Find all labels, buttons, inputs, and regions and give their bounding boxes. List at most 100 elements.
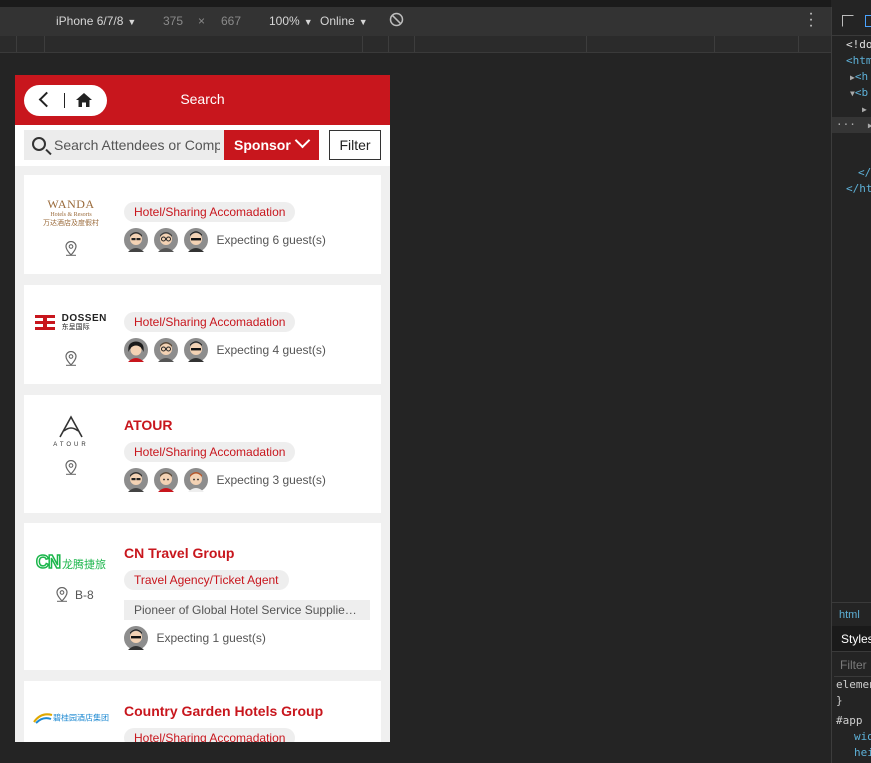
zoom-value: 100%: [269, 14, 300, 28]
sponsor-card[interactable]: ATOUR ATOUR Hotel/Sharing Accomadation E…: [24, 395, 381, 513]
page-title: Search: [180, 91, 225, 107]
company-logo: ATOUR: [24, 415, 118, 448]
dom-line[interactable]: ▶<h: [832, 69, 871, 85]
media-query-ruler: [0, 36, 831, 53]
guest-avatar: [154, 338, 178, 362]
company-logo: WANDA Hotels & Resorts 万达酒店及度假村: [24, 197, 118, 228]
country-garden-mark-icon: [33, 713, 53, 724]
rule-selector: elemen: [836, 678, 871, 691]
company-name[interactable]: Country Garden Hotels Group: [124, 703, 323, 719]
company-name[interactable]: ATOUR: [124, 417, 172, 433]
logo-cn-text: 东呈国际: [61, 324, 90, 331]
dom-tree: <!do <htm ▶<h ▼<b ▶ ···▶ </ </ht: [832, 37, 871, 197]
company-name[interactable]: CN Travel Group: [124, 545, 234, 561]
dom-line: [832, 149, 871, 165]
guest-avatar: [154, 228, 178, 252]
guest-avatar: [124, 228, 148, 252]
category-tag: Travel Agency/Ticket Agent: [124, 570, 289, 590]
category-dropdown[interactable]: Sponsor: [224, 130, 319, 160]
device-mode-icon[interactable]: [865, 15, 871, 27]
width-field[interactable]: 375: [163, 14, 183, 28]
elements-panel: <!do <htm ▶<h ▼<b ▶ ···▶ </ </ht html St…: [831, 7, 871, 763]
caret-down-icon: ▼: [303, 17, 313, 27]
guest-count: Expecting 1 guest(s): [156, 631, 266, 645]
rule-property: wid: [854, 730, 871, 743]
company-description: Pioneer of Global Hotel Service Supplier…: [124, 600, 370, 620]
network-value: Online: [320, 14, 355, 28]
dom-line[interactable]: <htm: [832, 53, 871, 69]
company-logo: CN 龙腾捷旅: [24, 551, 118, 573]
category-label: Sponsor: [234, 137, 291, 153]
guest-row: Expecting 6 guest(s): [124, 228, 326, 253]
styles-filter-input[interactable]: Filter: [834, 653, 871, 677]
guest-avatar: [124, 626, 148, 650]
sponsor-card[interactable]: CN 龙腾捷旅 B-8 CN Travel Group Travel Agency…: [24, 523, 381, 670]
dom-line-selected[interactable]: ···▶: [832, 117, 871, 133]
style-rules: elemen } #app wid hei: [836, 677, 871, 761]
tab-styles[interactable]: Styles: [832, 626, 871, 652]
category-tag: Hotel/Sharing Accomadation: [124, 442, 296, 462]
dom-line: <!do: [846, 38, 871, 51]
dom-line[interactable]: </: [832, 165, 871, 181]
company-logo: DOSSEN 东呈国际: [24, 314, 118, 332]
search-input[interactable]: [54, 135, 220, 155]
network-select[interactable]: Online ▼: [320, 14, 368, 28]
booth-number: B-8: [75, 588, 94, 602]
guest-count: Expecting 3 guest(s): [216, 473, 326, 487]
times-sign: ×: [198, 14, 206, 28]
location-icon: [65, 460, 77, 475]
device-name: iPhone 6/7/8: [56, 14, 124, 28]
location-icon: [65, 241, 77, 256]
logo-text: DOSSEN: [61, 313, 107, 324]
logo-text: CN: [35, 551, 62, 573]
guest-row: Expecting 3 guest(s): [124, 468, 326, 493]
guest-count: Expecting 6 guest(s): [216, 233, 326, 247]
category-tag: Hotel/Sharing Accomadation: [124, 202, 296, 222]
logo-text: ATOUR: [53, 442, 89, 448]
dom-line[interactable]: ▼<b: [832, 85, 871, 101]
sponsor-card[interactable]: 碧桂园酒店集团 Country Garden Hotels Group Hote…: [24, 681, 381, 742]
rule-property: hei: [854, 746, 871, 759]
atour-mark-icon: [59, 415, 83, 438]
search-icon: [32, 137, 46, 151]
more-options-icon[interactable]: · · ·: [808, 6, 814, 34]
logo-text: WANDA: [47, 197, 95, 211]
rule-selector: #app: [836, 714, 863, 727]
dom-tag: <h: [854, 70, 869, 83]
sponsor-card[interactable]: WANDA Hotels & Resorts 万达酒店及度假村 Hotel/Sh…: [24, 175, 381, 274]
rule-close: }: [836, 694, 843, 707]
dom-tag: <b: [854, 86, 869, 99]
caret-down-icon: ▼: [127, 17, 137, 27]
chevron-down-icon: [294, 132, 311, 149]
guest-avatar: [184, 228, 208, 252]
logo-cn-text: 龙腾捷旅: [62, 559, 106, 571]
inspect-icon[interactable]: [842, 15, 854, 27]
caret-down-icon: ▼: [358, 17, 368, 27]
panel-toolbar: [832, 7, 871, 36]
logo-cn-text: 万达酒店及度假村: [43, 220, 99, 227]
category-tag: Hotel/Sharing Accomadation: [124, 728, 296, 742]
dossen-mark-icon: [35, 315, 56, 331]
company-logo: 碧桂园酒店集团: [24, 709, 118, 727]
logo-cn-text: 碧桂园酒店集团: [53, 713, 109, 723]
guest-avatar: [124, 338, 148, 362]
device-select[interactable]: iPhone 6/7/8 ▼: [56, 14, 136, 28]
guest-avatar: [184, 468, 208, 492]
guest-avatar: [184, 338, 208, 362]
height-field[interactable]: 667: [221, 14, 241, 28]
zoom-select[interactable]: 100% ▼: [269, 14, 313, 28]
app-header: Search: [15, 75, 390, 125]
sponsor-card[interactable]: DOSSEN 东呈国际 Hotel/Sharing Accomadation E…: [24, 285, 381, 384]
location-icon: [56, 587, 68, 602]
category-tag: Hotel/Sharing Accomadation: [124, 312, 296, 332]
guest-count: Expecting 4 guest(s): [216, 343, 326, 357]
filter-button[interactable]: Filter: [329, 130, 381, 160]
guest-avatar: [124, 468, 148, 492]
rotate-icon[interactable]: [389, 12, 404, 30]
guest-row: Expecting 4 guest(s): [124, 338, 326, 363]
phone-viewport: Search Sponsor Filter WANDA Hotels & Res…: [15, 75, 390, 742]
breadcrumb[interactable]: html: [832, 602, 871, 626]
dom-line[interactable]: </ht: [832, 181, 871, 197]
dom-line[interactable]: ▶: [832, 101, 871, 117]
search-box: [24, 130, 225, 160]
